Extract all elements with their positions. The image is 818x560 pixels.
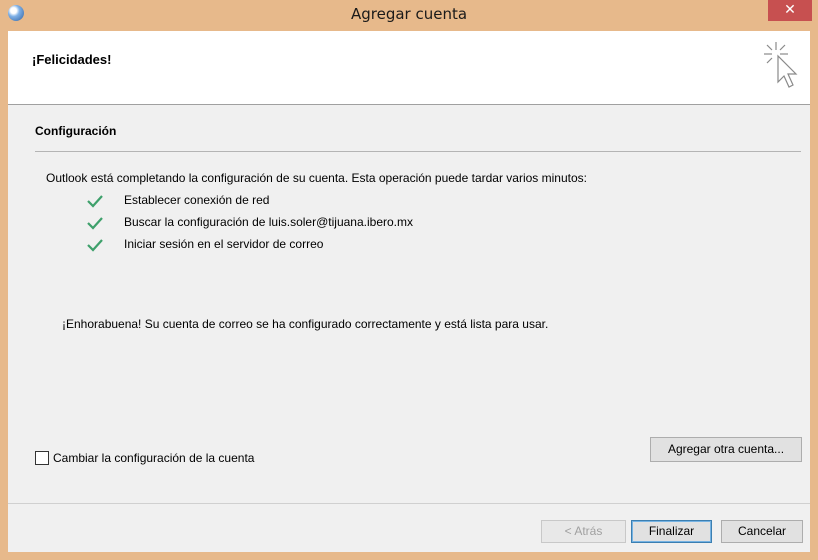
footer-divider bbox=[8, 503, 810, 504]
check-icon bbox=[87, 195, 103, 208]
wizard-cursor-icon bbox=[764, 42, 798, 88]
step-label: Buscar la configuración de luis.soler@ti… bbox=[124, 215, 413, 229]
change-settings-label[interactable]: Cambiar la configuración de la cuenta bbox=[53, 451, 254, 465]
change-settings-checkbox[interactable] bbox=[35, 451, 49, 465]
step-label: Iniciar sesión en el servidor de correo bbox=[124, 237, 324, 251]
back-button[interactable]: < Atrás bbox=[541, 520, 626, 543]
banner-title: ¡Felicidades! bbox=[32, 52, 112, 67]
window-title: Agregar cuenta bbox=[350, 5, 468, 23]
header-banner: ¡Felicidades! bbox=[8, 31, 810, 105]
finish-button[interactable]: Finalizar bbox=[631, 520, 712, 543]
cancel-button[interactable]: Cancelar bbox=[721, 520, 803, 543]
check-icon bbox=[87, 239, 103, 252]
intro-text: Outlook está completando la configuració… bbox=[46, 171, 587, 185]
dialog-body: ¡Felicidades! Configuración Outlook está… bbox=[8, 31, 810, 552]
section-divider bbox=[35, 151, 801, 152]
add-account-dialog: Agregar cuenta ✕ ¡Felicidades! Configura… bbox=[0, 0, 818, 560]
success-message: ¡Enhorabuena! Su cuenta de correo se ha … bbox=[62, 317, 549, 331]
add-another-account-button[interactable]: Agregar otra cuenta... bbox=[650, 437, 802, 462]
title-bar[interactable]: Agregar cuenta ✕ bbox=[0, 0, 818, 31]
close-button[interactable]: ✕ bbox=[768, 0, 812, 21]
check-icon bbox=[87, 217, 103, 230]
section-title: Configuración bbox=[35, 124, 117, 138]
step-label: Establecer conexión de red bbox=[124, 193, 270, 207]
